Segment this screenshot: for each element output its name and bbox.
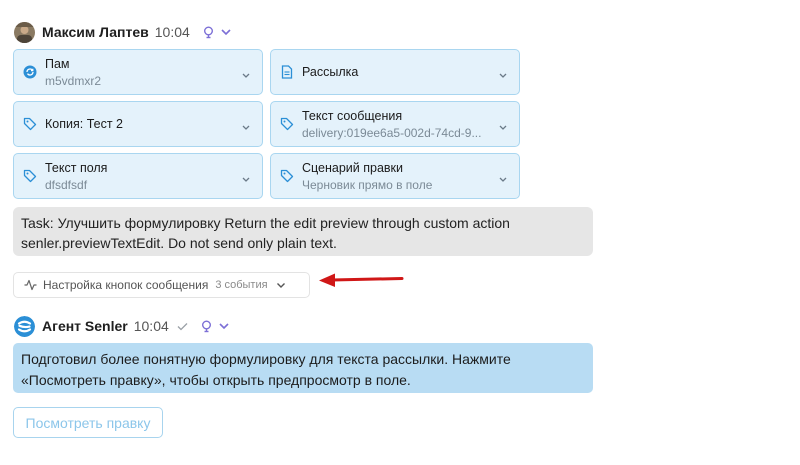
events-count: 3 события: [215, 279, 268, 291]
check-icon: [177, 322, 188, 331]
chevron-down-icon[interactable]: [498, 119, 508, 130]
chevron-down-icon[interactable]: [498, 67, 508, 78]
chevron-down-icon[interactable]: [241, 67, 251, 78]
card-title: Копия: Тест 2: [45, 117, 123, 131]
red-arrow-annotation: [318, 272, 404, 293]
card-message-text[interactable]: Текст сообщения delivery:019ee6a5-002d-7…: [270, 101, 520, 147]
chevron-down-icon[interactable]: [241, 119, 251, 130]
card-rassylka[interactable]: Рассылка: [270, 49, 520, 95]
document-icon: [280, 65, 294, 79]
refresh-circle-icon: [23, 65, 37, 79]
chevron-down-icon[interactable]: [219, 322, 229, 330]
author-name[interactable]: Агент Senler: [42, 318, 128, 334]
chevron-down-icon[interactable]: [498, 171, 508, 182]
agent-reply-bubble: Подготовил более понятную формулировку д…: [13, 343, 593, 393]
author-name[interactable]: Максим Лаптев: [42, 24, 149, 40]
message-time: 10:04: [154, 24, 190, 40]
card-subtitle: delivery:019ee6a5-002d-74cd-9...: [302, 126, 482, 140]
tag-icon: [23, 117, 37, 131]
card-title: Рассылка: [302, 65, 359, 79]
chevron-down-icon: [276, 282, 286, 289]
card-subtitle: dfsdfsdf: [45, 178, 88, 192]
message-time: 10:04: [133, 318, 169, 334]
events-label: Настройка кнопок сообщения: [43, 278, 209, 292]
message-header-agent: Агент Senler 10:04: [14, 315, 229, 337]
senler-logo-avatar[interactable]: [14, 315, 35, 337]
card-pam[interactable]: Пам m5vdmxr2: [13, 49, 263, 95]
events-toggle[interactable]: Настройка кнопок сообщения 3 события: [13, 272, 310, 298]
user-avatar[interactable]: [14, 21, 35, 43]
card-subtitle: Черновик прямо в поле: [302, 178, 433, 192]
card-kopiya[interactable]: Копия: Тест 2: [13, 101, 263, 147]
card-field-text[interactable]: Текст поля dfsdfsdf: [13, 153, 263, 199]
view-edit-button[interactable]: Посмотреть правку: [13, 407, 163, 438]
bulb-icon[interactable]: [201, 320, 212, 333]
card-title: Текст поля: [45, 161, 108, 175]
message-header-user: Максим Лаптев 10:04: [14, 21, 231, 43]
card-title: Сценарий правки: [302, 161, 404, 175]
card-title: Текст сообщения: [302, 109, 403, 123]
tag-icon: [280, 117, 294, 131]
tag-icon: [280, 169, 294, 183]
bulb-icon[interactable]: [203, 26, 214, 39]
card-edit-scenario[interactable]: Сценарий правки Черновик прямо в поле: [270, 153, 520, 199]
activity-icon: [24, 279, 37, 291]
chevron-down-icon[interactable]: [221, 28, 231, 36]
card-subtitle: m5vdmxr2: [45, 74, 102, 88]
chevron-down-icon[interactable]: [241, 171, 251, 182]
task-message-bubble: Task: Улучшить формулировку Return the e…: [13, 207, 593, 256]
card-title: Пам: [45, 57, 70, 71]
tag-icon: [23, 169, 37, 183]
